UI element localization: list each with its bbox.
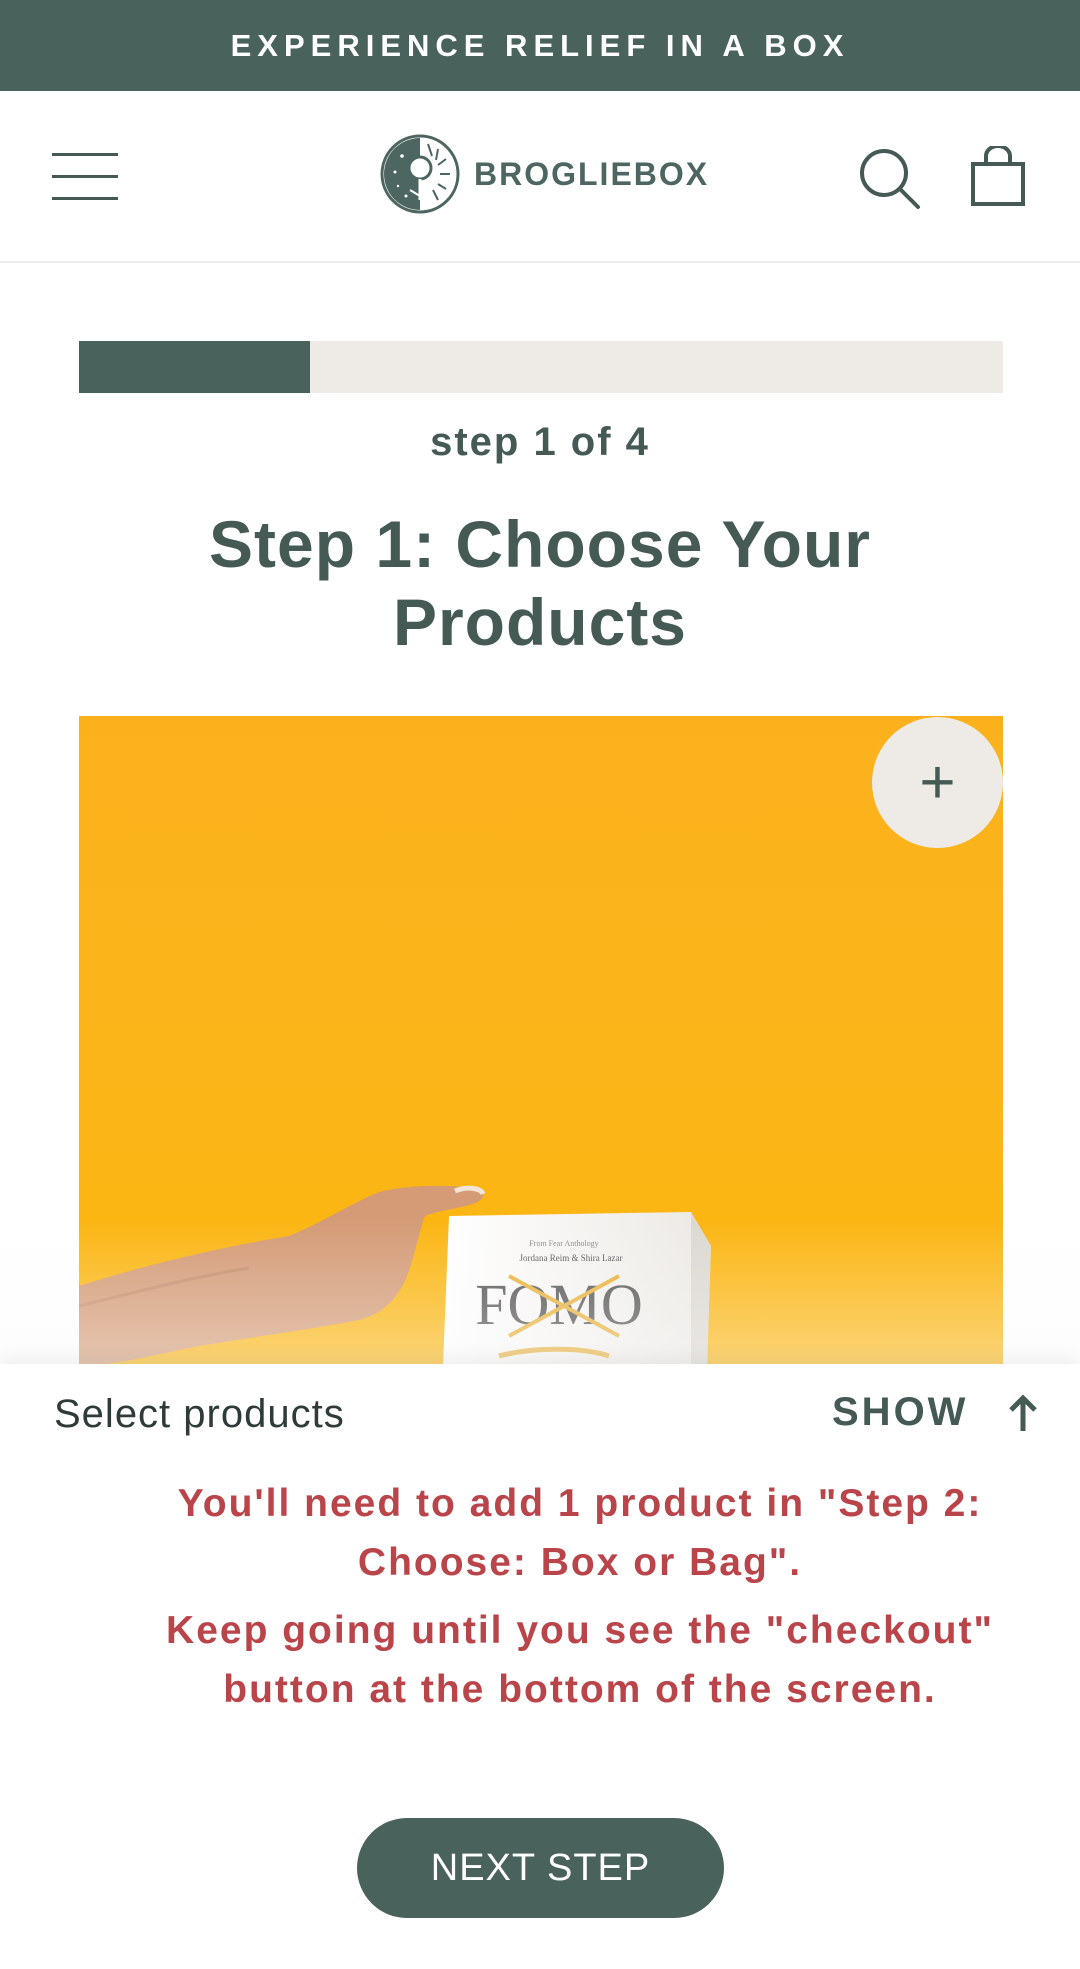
search-icon[interactable] (858, 147, 922, 211)
show-toggle[interactable]: SHOW (832, 1390, 1040, 1435)
announcement-bar: EXPERIENCE RELIEF IN A BOX (0, 0, 1080, 91)
book-authors: Jordana Reim & Shira Lazar (520, 1253, 623, 1263)
add-product-button[interactable]: + (872, 717, 1003, 848)
svg-text:From Fear Anthology: From Fear Anthology (529, 1239, 598, 1248)
progress-fill (79, 341, 310, 393)
arrow-up-icon (1009, 1393, 1038, 1431)
select-products-label: Select products (54, 1392, 345, 1436)
brand-name: BROGLIEBOX (474, 155, 710, 192)
step-counter: step 1 of 4 (430, 420, 650, 464)
progress-bar (79, 341, 1003, 393)
product-image: From Fear Anthology Jordana Reim & Shira… (79, 1185, 711, 1366)
show-label: SHOW (832, 1390, 969, 1434)
page-title: Step 1: Choose Your Products (209, 507, 871, 659)
warning-message: You'll need to add 1 product in "Step 2:… (177, 1482, 983, 1584)
brand-logo-icon (380, 134, 460, 214)
shopping-bag-icon[interactable] (970, 144, 1026, 206)
announcement-text: EXPERIENCE RELIEF IN A BOX (230, 27, 850, 63)
product-card[interactable]: From Fear Anthology Jordana Reim & Shira… (79, 716, 1003, 1366)
brand-logo[interactable]: BROGLIEBOX (380, 134, 709, 214)
site-header: BROGLIEBOX (0, 91, 1080, 263)
checkout-hint: Keep going until you see the "checkout" … (166, 1609, 994, 1711)
next-step-button[interactable]: NEXT STEP (357, 1818, 724, 1918)
hamburger-menu-icon[interactable] (52, 151, 118, 201)
selection-panel: Select products SHOW You'll need to add … (0, 1364, 1080, 1969)
